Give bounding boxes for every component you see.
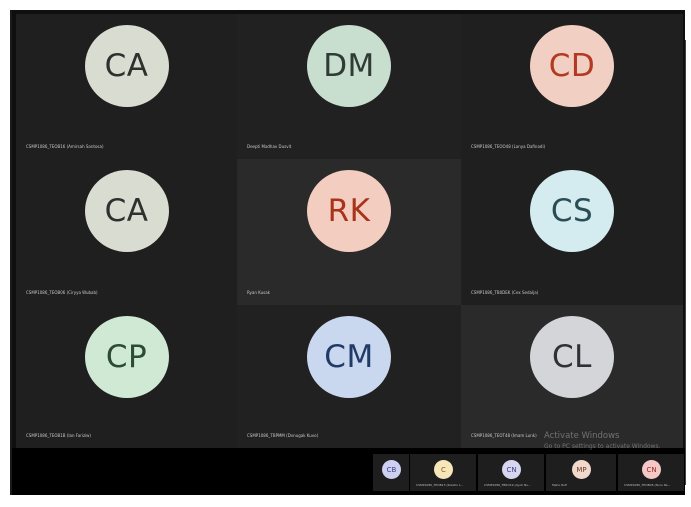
participant-strip: CB C CSMP1086_TEOB13 (Kulatin L... CN CS… xyxy=(12,448,685,495)
avatar: MP xyxy=(572,460,591,479)
participant-tile[interactable]: CA CSMP1086_TEOB16 (Amirsah Santosa) xyxy=(16,14,237,159)
avatar: CM xyxy=(307,316,391,398)
participant-tile[interactable]: CL CSMP1086_TEOT48 (Imam Lunk) xyxy=(461,305,683,448)
avatar: C xyxy=(434,460,453,479)
participant-tile[interactable]: CP CSMP1086_TEOB1B (Ian Fariziw) xyxy=(16,305,237,448)
participant-name: CSMP1086_TEOO48 (Lanya Dafinadi) xyxy=(471,144,546,149)
participant-name: CSMP1086_TBPMM (Dvnugak Kuvo) xyxy=(247,433,319,438)
activation-watermark: Activate Windows Go to PC settings to ac… xyxy=(544,431,661,450)
strip-participant-tile[interactable]: CB xyxy=(373,454,409,491)
strip-participant-tile[interactable]: C CSMP1086_TEOB13 (Kulatin L... xyxy=(410,454,476,491)
avatar: DM xyxy=(307,25,391,107)
participant-name: CSMP1086_TEOB06 (Nuru Re... xyxy=(624,483,671,487)
avatar: CN xyxy=(642,460,661,479)
participant-name: CSMP1086_TEOB1B (Ian Fariziw) xyxy=(26,433,91,438)
strip-participant-tile[interactable]: CN CSMP1086_TB0O19 (Ayob Nu... xyxy=(478,454,544,491)
participant-tile[interactable]: CS CSMP1086_TB0DEK (Cex Sedalja) xyxy=(461,159,683,305)
strip-participant-tile[interactable]: CN CSMP1086_TEOB06 (Nuru Re... xyxy=(618,454,684,491)
avatar: RK xyxy=(307,170,391,252)
avatar: CN xyxy=(502,460,521,479)
participant-name: Deepti Madhav Dusvit xyxy=(247,144,292,149)
avatar: CD xyxy=(530,25,614,107)
participant-name: CSMP1086_TEOB13 (Kulatin L... xyxy=(416,483,464,487)
participant-tile[interactable]: DM Deepti Madhav Dusvit xyxy=(237,14,461,159)
participant-name: CSMP1086_TEOT48 (Imam Lunk) xyxy=(471,433,537,438)
window-edge xyxy=(685,40,686,485)
participant-name: Ryan Kusak xyxy=(247,290,270,295)
avatar: CS xyxy=(530,170,614,252)
participant-name: CSMP1086_TEOB06 (Ciryya Wubab) xyxy=(26,290,98,295)
avatar: CP xyxy=(84,316,169,398)
participant-tile[interactable]: CM CSMP1086_TBPMM (Dvnugak Kuvo) xyxy=(237,305,461,448)
participant-name: Mpho Rufi xyxy=(552,483,567,487)
avatar: CA xyxy=(84,170,169,252)
participant-name: CSMP1086_TEOB16 (Amirsah Santosa) xyxy=(26,144,104,149)
strip-participant-tile[interactable]: MP Mpho Rufi xyxy=(546,454,616,491)
participant-name: CSMP1086_TB0DEK (Cex Sedalja) xyxy=(471,290,539,295)
participant-name: CSMP1086_TB0O19 (Ayob Nu... xyxy=(484,483,531,487)
participant-tile[interactable]: RK Ryan Kusak xyxy=(237,159,461,305)
participant-tile[interactable]: CA CSMP1086_TEOB06 (Ciryya Wubab) xyxy=(16,159,237,305)
avatar: CB xyxy=(382,460,401,479)
participant-grid: CA CSMP1086_TEOB16 (Amirsah Santosa) DM … xyxy=(16,14,686,448)
watermark-subtitle: Go to PC settings to activate Windows. xyxy=(544,443,661,450)
meeting-window: CA CSMP1086_TEOB16 (Amirsah Santosa) DM … xyxy=(10,10,685,495)
participant-tile[interactable]: CD CSMP1086_TEOO48 (Lanya Dafinadi) xyxy=(461,14,683,159)
avatar: CA xyxy=(84,25,169,107)
watermark-title: Activate Windows xyxy=(544,431,620,441)
avatar: CL xyxy=(530,316,614,398)
